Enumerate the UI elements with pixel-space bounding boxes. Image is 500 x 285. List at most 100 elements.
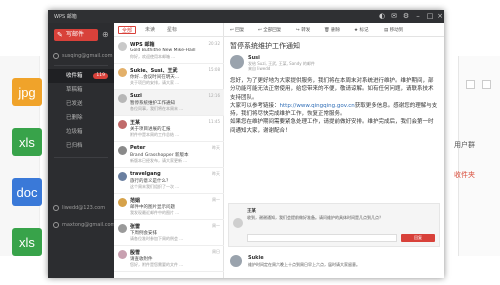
window-title: WPS 邮箱 [54,14,77,20]
list-filter-bar: 全部 未读 星标 [114,23,224,37]
comment-reply-button[interactable]: 回复 [401,234,435,242]
background-text: 收件夹 [454,171,475,179]
xls-file-icon[interactable]: xls [12,228,42,256]
reply-text: 维护时间定在周六晚上十点到周日早上六点，届时请大家留意。 [248,262,360,267]
mail-window: WPS 邮箱 ◐ ✉ ⚙ – □ × ✎ 写邮件 ⊕ susqing@gmail… [48,10,444,278]
message-list: 全部 未读 星标 WPS 邮箱 20:32 Gold Buthithe New Mi… [114,23,224,278]
account-icon [53,205,59,211]
nav-item-label: 已发送 [66,101,83,107]
move-button[interactable]: ▤ 移动到 [384,27,403,33]
message-time: 昨天 [212,171,220,176]
reply-entry: Sukie 维护时间定在周六晚上十点到周日早上六点，届时请大家留意。 [230,253,438,278]
close-icon[interactable]: × [436,12,444,20]
square-icon [482,80,491,89]
account-label: susqing@gmail.com [62,53,113,59]
mark-label: 标记 [359,28,369,33]
jpg-file-icon[interactable]: jpg [12,78,42,106]
message-time: 20:32 [208,41,220,46]
message-subject: 暂停系统维护工作通知 [230,42,300,50]
nav-item-sent[interactable]: 已发送 [48,97,114,111]
message-sender: travelgang [130,171,161,177]
divider [54,157,108,158]
account-label: maxtong@gmail.com [62,222,116,228]
message-sender: 殷雪 [130,250,141,256]
reply-all-label: 全部回复 [263,28,282,33]
square-icon [466,80,475,89]
message-subject: Gold Buthithe New Mike-Haill [130,48,196,53]
list-item[interactable]: 范娟 周一 邮件中的图片显示问题 我发现最近邮件中的图片 ... [114,194,224,220]
comment-card: 王某 收到，谢谢通知，我们会提前做好准备。请问维护的具体时间是几点到几点？ 回复 [228,203,440,247]
avatar [118,224,127,233]
message-preview: 新版本已经发布，请大家更新 ... [130,158,188,163]
list-item[interactable]: Peter 昨天 Brand Grasshopper 新版本 新版本已经发布，请大家更… [114,142,224,168]
body-paragraph: 大家可以参考链接：http://www.qingqing.gov.cn获取更多信… [230,102,438,119]
comment-input[interactable] [247,234,397,242]
list-item[interactable]: Sukie、Susi、王武 15:08 你好...会议时间在明天... 关于项目的安排… [114,64,224,90]
file-tile-label: jpg [18,84,36,100]
list-item[interactable]: Suzi 12:16 暂停系统维护工作通知 各位同事，我们将在本周末 ... [114,90,224,116]
account-item[interactable]: susqing@gmail.com [48,49,114,63]
nav-item-spam[interactable]: 垃圾箱 [48,125,114,139]
skin-icon[interactable]: ◐ [378,12,386,20]
account-item[interactable]: maxtong@gmail.com [48,218,116,232]
title-bar: WPS 邮箱 ◐ ✉ ⚙ – □ × [48,10,444,23]
list-item[interactable]: WPS 邮箱 20:32 Gold Buthithe New Mike-Haill 你… [114,38,224,64]
mark-button[interactable]: ★ 标记 [354,27,368,33]
mail-icon[interactable]: ✉ [390,12,398,20]
delete-label: 删除 [331,28,341,33]
message-body: 您好，为了更好地为大家提供服务，我们将在本周末对系统进行维护。维护期间，部分功能… [230,77,438,135]
nav-item-drafts[interactable]: 草稿箱 [48,83,114,97]
list-item[interactable]: 王某 11:45 关于项目进展的汇报 附件中是本周的工作总结 ... [114,116,224,142]
nav-item-label: 草稿箱 [66,87,83,93]
message-preview: 关于项目的安排，请大家 ... [130,80,180,85]
tab-all[interactable]: 全部 [118,26,137,34]
avatar [118,198,127,207]
message-sender: 王某 [130,120,141,126]
body-text: 大家可以参考链接： [230,102,280,109]
compose-button[interactable]: ✎ 写邮件 [54,29,98,41]
settings-icon[interactable]: ⚙ [402,12,410,20]
message-preview: 这个周末我们组织了一次 ... [130,184,180,189]
avatar [230,55,244,69]
list-item[interactable]: travelgang 昨天 旅行的意义是什么？ 这个周末我们组织了一次 ... [114,168,224,194]
unread-badge: 119 [93,73,108,79]
avatar [118,146,127,155]
reply-all-button[interactable]: ↩ 全部回复 [258,27,281,33]
avatar [118,42,127,51]
message-sender: Peter [130,145,146,151]
list-item[interactable]: 殷雪 周日 请查收附件 您好，附件是您需要的文件 ... [114,246,224,272]
message-time: 周一 [212,223,220,228]
forward-button[interactable]: ↪ 转发 [296,27,310,33]
nav-item-inbox[interactable]: 收件箱 119 [48,69,114,83]
nav-item-deleted[interactable]: 已删除 [48,111,114,125]
avatar [118,120,127,129]
pen-icon: ✎ [57,31,63,39]
message-time: 12:16 [208,93,220,98]
tab-unread[interactable]: 未读 [142,26,158,34]
body-paragraph: 您好，为了更好地为大家提供服务，我们将在本周末对系统进行维护。维护期间，部分功能… [230,78,434,101]
avatar [118,94,127,103]
xls-file-icon[interactable]: xls [12,128,42,156]
avatar [118,172,127,181]
add-icon[interactable]: ⊕ [102,30,109,39]
reply-button[interactable]: ↩ 回复 [230,27,244,33]
comment-author: 王某 [247,209,256,214]
background-right-panel [458,56,500,256]
message-time: 昨天 [212,145,220,150]
list-item[interactable]: 张雷 周一 下周例会安排 请各位准时参加下周的例会 ... [114,220,224,246]
message-time: 周一 [212,197,220,202]
move-label: 移动到 [389,28,404,33]
account-label: liwedd@123.com [62,205,106,211]
nav-item-archive[interactable]: 已归档 [48,139,114,153]
body-link[interactable]: http://www.qingqing.gov.cn [280,103,355,109]
account-item[interactable]: liwedd@123.com [48,201,114,215]
message-sender: Suzi [130,93,142,99]
body-paragraph: 如果您在维护期间需要紧急处理工作，请提前做好安排。维护完成后，我们会第一时间通知… [230,119,434,134]
doc-file-icon[interactable]: doc [12,178,42,206]
message-time: 15:08 [208,67,220,72]
maximize-icon[interactable]: □ [426,12,434,20]
delete-button[interactable]: 🗑 删除 [324,27,340,33]
tab-starred[interactable]: 星标 [164,26,180,34]
message-preview: 您好，附件是您需要的文件 ... [130,262,184,267]
minimize-icon[interactable]: – [414,12,422,20]
